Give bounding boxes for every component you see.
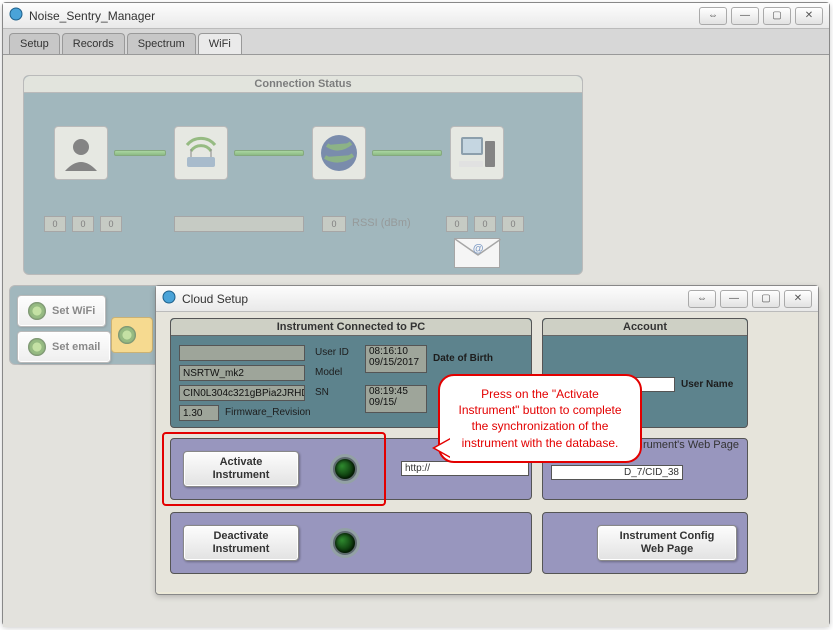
account-panel-title: Account [543, 319, 747, 336]
app-icon [162, 290, 176, 307]
tab-records[interactable]: Records [62, 33, 125, 54]
highlight-box [162, 432, 386, 506]
close-icon[interactable]: ✕ [784, 290, 812, 308]
fw-field: 1.30 [179, 405, 219, 421]
link-icon[interactable]: ⇔ [688, 290, 716, 308]
link-icon[interactable]: ⇔ [699, 7, 727, 25]
dob-label: Date of Birth [433, 353, 493, 364]
callout-bubble: Press on the "Activate Instrument" butto… [438, 374, 642, 463]
deactivate-panel: Deactivate Instrument [170, 512, 532, 574]
url-prefix: http:// [405, 463, 430, 474]
deactivate-label: Deactivate Instrument [194, 530, 288, 556]
deactivate-instrument-button[interactable]: Deactivate Instrument [183, 525, 299, 561]
tab-spectrum[interactable]: Spectrum [127, 33, 196, 54]
cloud-titlebar: Cloud Setup ⇔ — ▢ ✕ [156, 286, 818, 312]
app-icon [9, 7, 23, 24]
tab-setup[interactable]: Setup [9, 33, 60, 54]
cloud-setup-window: Cloud Setup ⇔ — ▢ ✕ Instrument Connected… [155, 285, 819, 595]
instrument-config-button[interactable]: Instrument Config Web Page [597, 525, 737, 561]
ts2-field: 08:19:45 09/15/ [365, 385, 427, 413]
callout-text: Press on the "Activate Instrument" butto… [458, 387, 621, 450]
dob-line2: 09/15/2017 [369, 357, 419, 368]
model-label: Model [315, 367, 342, 378]
model-field: NSRTW_mk2 [179, 365, 305, 381]
maximize-icon[interactable]: ▢ [763, 7, 791, 25]
close-icon[interactable]: ✕ [795, 7, 823, 25]
dob-line1: 08:16:10 [369, 346, 408, 357]
cloud-body: Instrument Connected to PC User ID NSRTW… [156, 312, 818, 592]
user-name-label: User Name [681, 379, 733, 390]
userid-label: User ID [315, 347, 349, 358]
cloud-title: Cloud Setup [182, 292, 248, 306]
config-panel: Instrument Config Web Page [542, 512, 748, 574]
minimize-icon[interactable]: — [731, 7, 759, 25]
dob-field: 08:16:10 09/15/2017 [365, 345, 427, 373]
ts2-line2: 09/15/ [369, 397, 397, 408]
minimize-icon[interactable]: — [720, 290, 748, 308]
tab-wifi[interactable]: WiFi [198, 33, 242, 54]
sn-label: SN [315, 387, 329, 398]
maximize-icon[interactable]: ▢ [752, 290, 780, 308]
sn-field: CIN0L304c321gBPia2JRHD [179, 385, 305, 401]
deactivate-led [333, 531, 357, 555]
instrument-panel-title: Instrument Connected to PC [171, 319, 531, 336]
url-tail-field[interactable]: D_7/CID_38 [551, 465, 683, 480]
main-title: Noise_Sentry_Manager [29, 9, 155, 23]
ts2-line1: 08:19:45 [369, 386, 408, 397]
url-field-top[interactable]: http:// [401, 461, 529, 476]
fw-label: Firmware_Revision [225, 407, 311, 418]
main-titlebar: Noise_Sentry_Manager ⇔ — ▢ ✕ [3, 3, 829, 29]
config-label: Instrument Config Web Page [608, 530, 726, 556]
userid-field [179, 345, 305, 361]
tab-bar: Setup Records Spectrum WiFi [3, 29, 829, 55]
